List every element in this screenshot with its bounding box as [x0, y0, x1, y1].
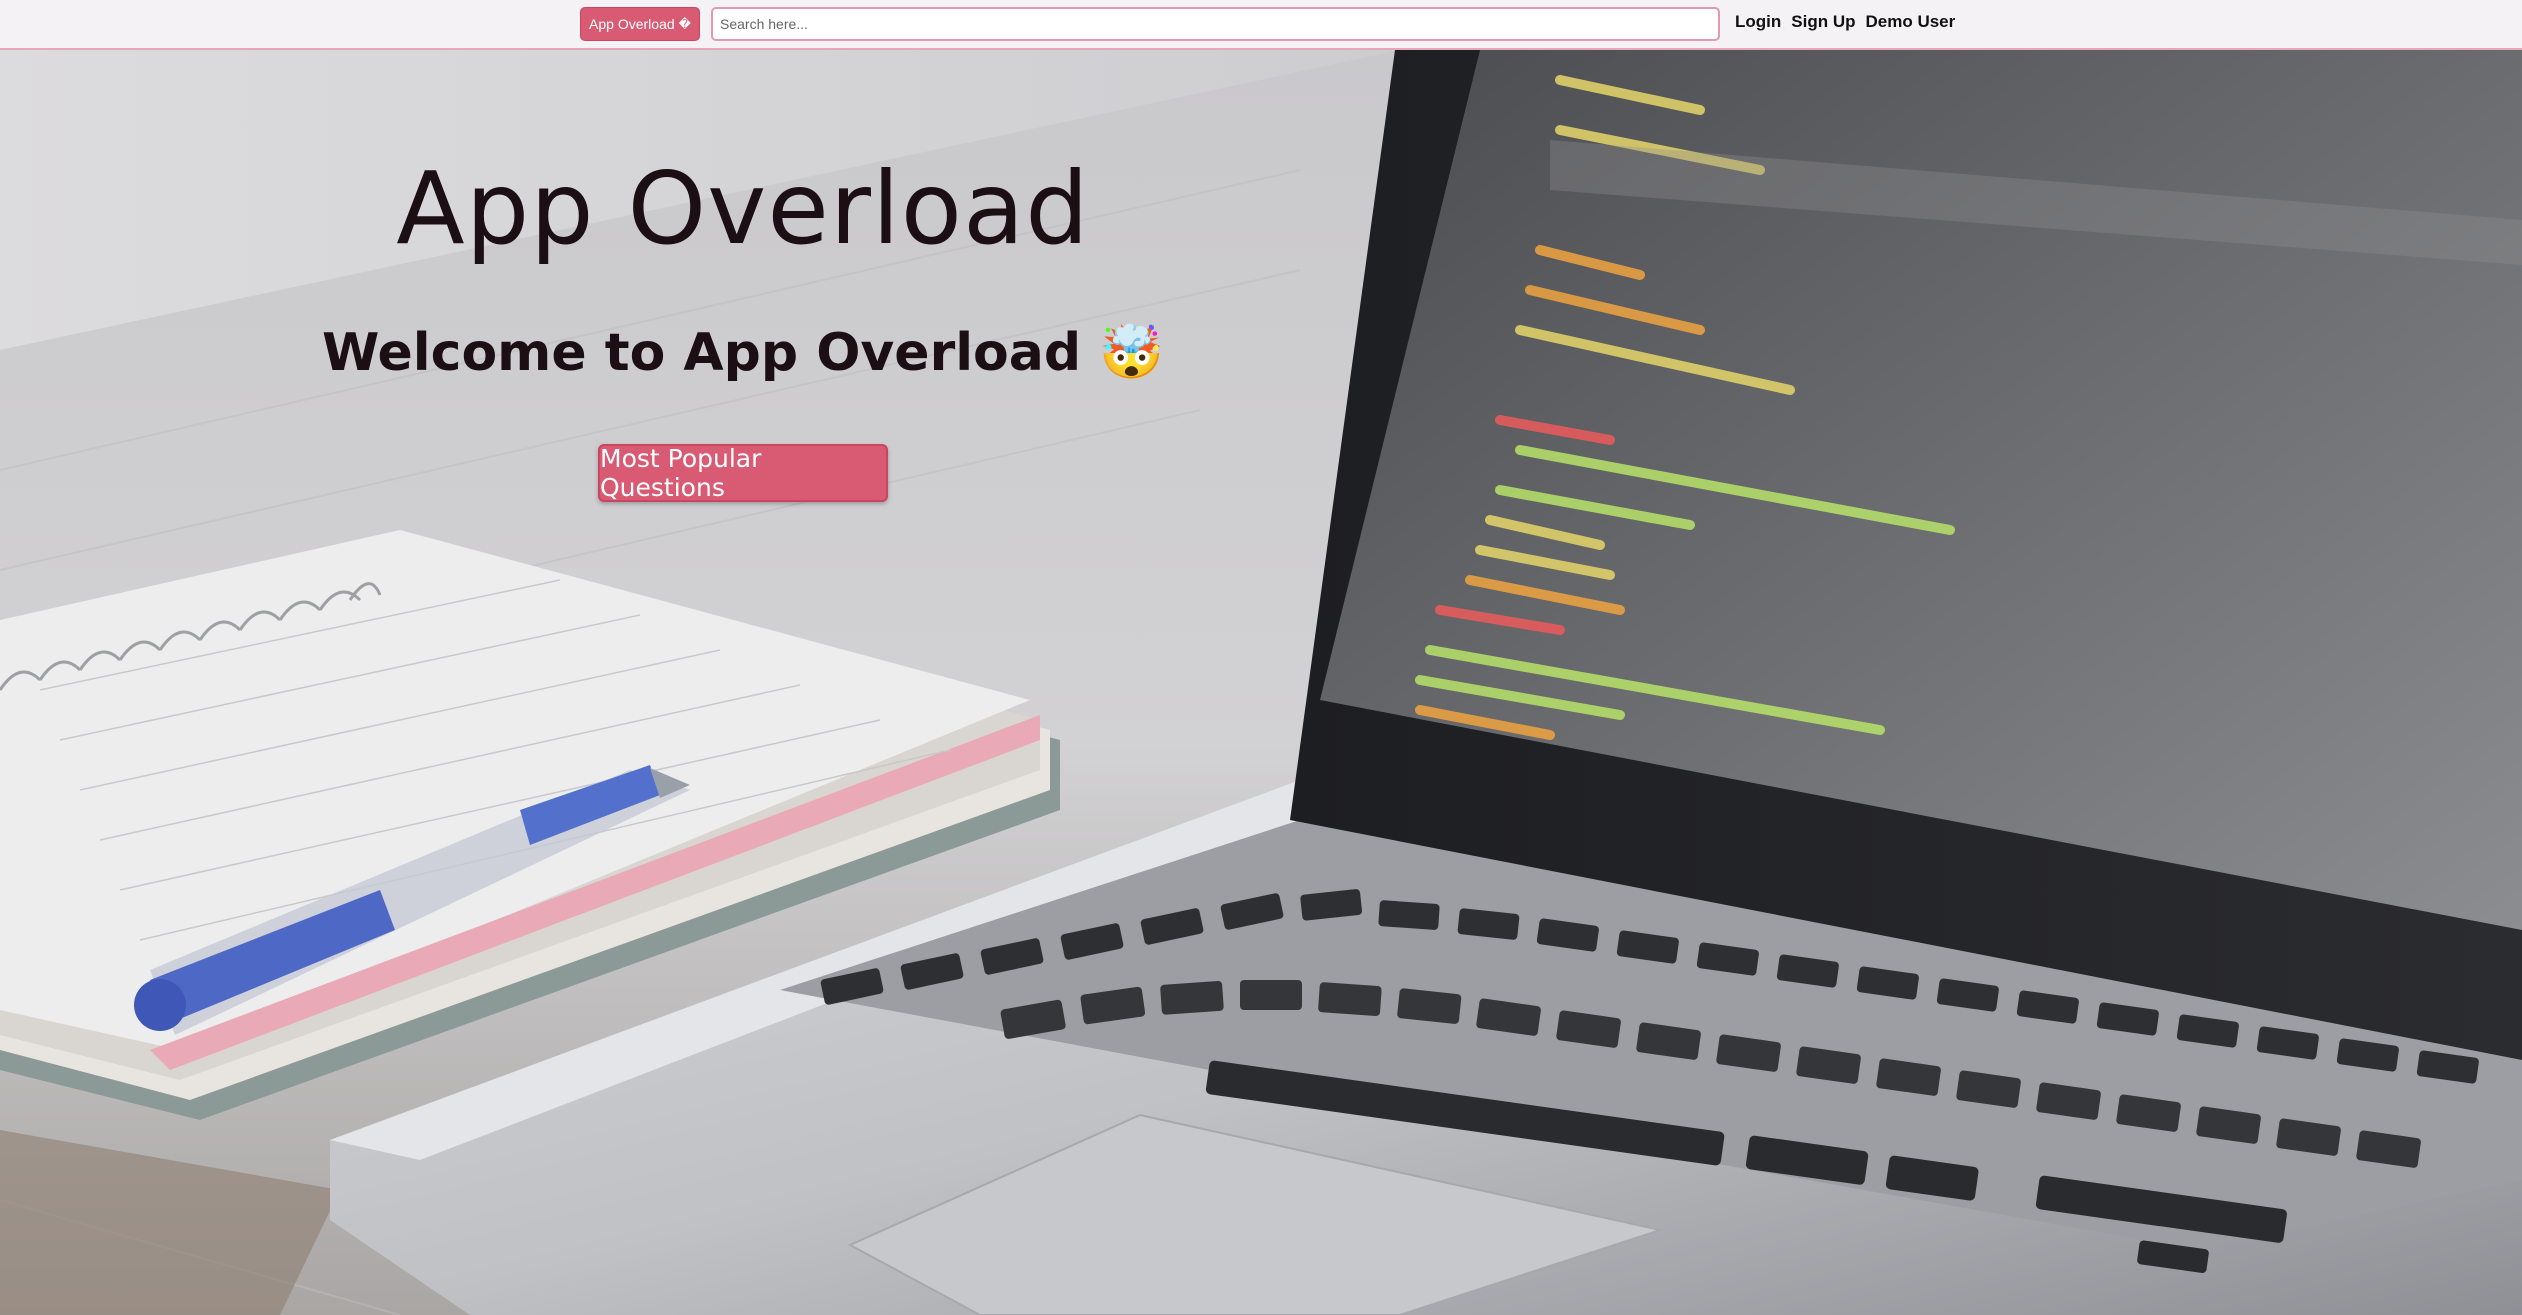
- hero-section: App Overload Welcome to App Overload 🤯 M…: [0, 50, 2522, 1315]
- demo-user-link[interactable]: Demo User: [1865, 12, 1955, 32]
- login-link[interactable]: Login: [1735, 12, 1781, 32]
- welcome-subtitle: Welcome to App Overload 🤯: [0, 322, 1486, 383]
- most-popular-questions-button[interactable]: Most Popular Questions: [598, 444, 888, 502]
- welcome-text: Welcome to App Overload: [322, 323, 1082, 383]
- page-title: App Overload: [396, 150, 1090, 267]
- signup-link[interactable]: Sign Up: [1791, 12, 1855, 32]
- search-input[interactable]: [711, 7, 1720, 41]
- brand-label: App Overload: [589, 16, 675, 32]
- brand-button[interactable]: App Overload �: [580, 7, 700, 41]
- nav-links: Login Sign Up Demo User: [1735, 12, 1955, 32]
- top-navbar: App Overload � Login Sign Up Demo User: [0, 0, 2522, 50]
- exploding-head-icon: 🤯: [1099, 323, 1164, 383]
- brand-emoji-icon: �: [678, 17, 691, 31]
